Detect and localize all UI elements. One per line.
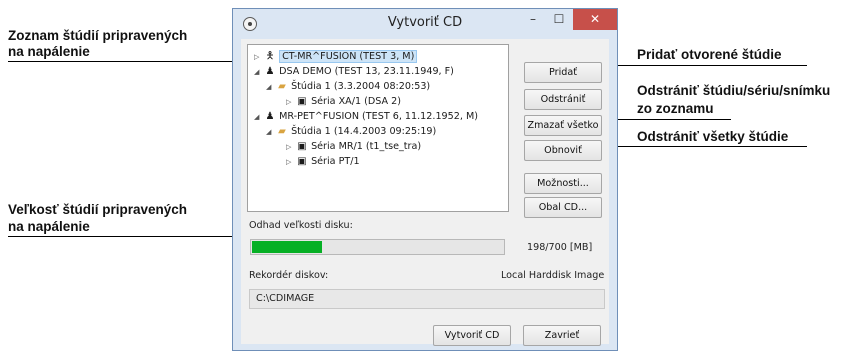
- collapsed-icon[interactable]: ▷: [286, 140, 296, 155]
- callout-remove-all: Odstrániť všetky štúdie: [637, 129, 789, 144]
- callout-remove-line: [607, 119, 731, 120]
- callout-remove-line1: Odstrániť štúdiu/sériu/snímku: [637, 83, 831, 98]
- expanded-icon[interactable]: ◢: [254, 110, 264, 125]
- study-tree[interactable]: ▷ 🯅 CT-MR^FUSION (TEST 3, M) ◢ ♟ DSA DEMO …: [247, 44, 509, 212]
- recorder-type: Local Harddisk Image: [501, 270, 605, 281]
- folder-icon: ▰: [278, 81, 286, 92]
- options-button[interactable]: Možnosti...: [524, 173, 602, 194]
- patient-icon: ♟: [265, 66, 275, 77]
- disk-estimate-label: Odhad veľkosti disku:: [249, 220, 353, 231]
- remove-button[interactable]: Odstrániť: [524, 89, 602, 110]
- callout-size-line: [8, 236, 242, 237]
- series-icon: ▣: [297, 96, 307, 107]
- collapsed-icon[interactable]: ▷: [254, 50, 264, 65]
- maximize-button[interactable]: ☐: [546, 9, 572, 30]
- callout-study-list-line1: Zoznam štúdií pripravených: [8, 28, 188, 43]
- title-bar: Vytvoriť CD – ☐ ✕: [233, 9, 617, 39]
- callout-remove-all-line: [607, 146, 807, 147]
- disk-size-text: 198/700 [MB]: [527, 242, 593, 253]
- tree-item-series[interactable]: ▷ ▣ Séria XA/1 (DSA 2): [286, 94, 401, 109]
- close-window-button[interactable]: ✕: [573, 9, 617, 30]
- close-button[interactable]: Zavrieť: [523, 325, 601, 346]
- create-cd-button[interactable]: Vytvoriť CD: [433, 325, 511, 346]
- refresh-button[interactable]: Obnoviť: [524, 140, 602, 161]
- dialog-client-area: ▷ 🯅 CT-MR^FUSION (TEST 3, M) ◢ ♟ DSA DEMO …: [241, 39, 609, 346]
- expanded-icon[interactable]: ◢: [254, 65, 264, 80]
- clear-all-button[interactable]: Zmazať všetko: [524, 115, 602, 136]
- patient-icon: ♟: [265, 111, 275, 122]
- folder-icon: ▰: [278, 126, 286, 137]
- callout-remove-line2: zo zoznamu: [637, 101, 714, 116]
- recorder-path-field[interactable]: C:\CDIMAGE: [249, 289, 605, 309]
- disk-size-progress-fill: [252, 241, 322, 253]
- minimize-button[interactable]: –: [520, 9, 546, 30]
- callout-study-list-line: [8, 61, 251, 62]
- callout-size-line1: Veľkosť štúdií pripravených: [8, 202, 187, 217]
- callout-study-list-line2: na napálenie: [8, 44, 90, 59]
- callout-add-open: Pridať otvorené štúdie: [637, 47, 782, 62]
- tree-item-patient[interactable]: ◢ ♟ MR-PET^FUSION (TEST 6, 11.12.1952, M): [254, 109, 478, 124]
- expanded-icon[interactable]: ◢: [266, 80, 276, 95]
- tree-item-patient[interactable]: ◢ ♟ DSA DEMO (TEST 13, 23.11.1949, F): [254, 64, 454, 79]
- collapsed-icon[interactable]: ▷: [286, 155, 296, 170]
- tree-item-series[interactable]: ▷ ▣ Séria PT/1: [286, 154, 360, 169]
- patient-icon: 🯅: [265, 51, 275, 62]
- callout-size-line2: na napálenie: [8, 219, 90, 234]
- create-cd-dialog: Vytvoriť CD – ☐ ✕ ▷ 🯅 CT-MR^FUSION (TEST …: [232, 8, 618, 351]
- recorder-label: Rekordér diskov:: [249, 270, 329, 281]
- series-icon: ▣: [297, 156, 307, 167]
- tree-item-study[interactable]: ◢ ▰ Štúdia 1 (14.4.2003 09:25:19): [266, 124, 436, 139]
- collapsed-icon[interactable]: ▷: [286, 95, 296, 110]
- tree-item-study[interactable]: ◢ ▰ Štúdia 1 (3.3.2004 08:20:53): [266, 79, 430, 94]
- series-icon: ▣: [297, 141, 307, 152]
- cd-cover-button[interactable]: Obal CD...: [524, 197, 602, 218]
- callout-add-line: [607, 65, 807, 66]
- add-button[interactable]: Pridať: [524, 62, 602, 83]
- expanded-icon[interactable]: ◢: [266, 125, 276, 140]
- tree-item-series[interactable]: ▷ ▣ Séria MR/1 (t1_tse_tra): [286, 139, 421, 154]
- disk-size-progress: [250, 239, 505, 255]
- tree-item-patient[interactable]: ▷ 🯅 CT-MR^FUSION (TEST 3, M): [254, 49, 418, 65]
